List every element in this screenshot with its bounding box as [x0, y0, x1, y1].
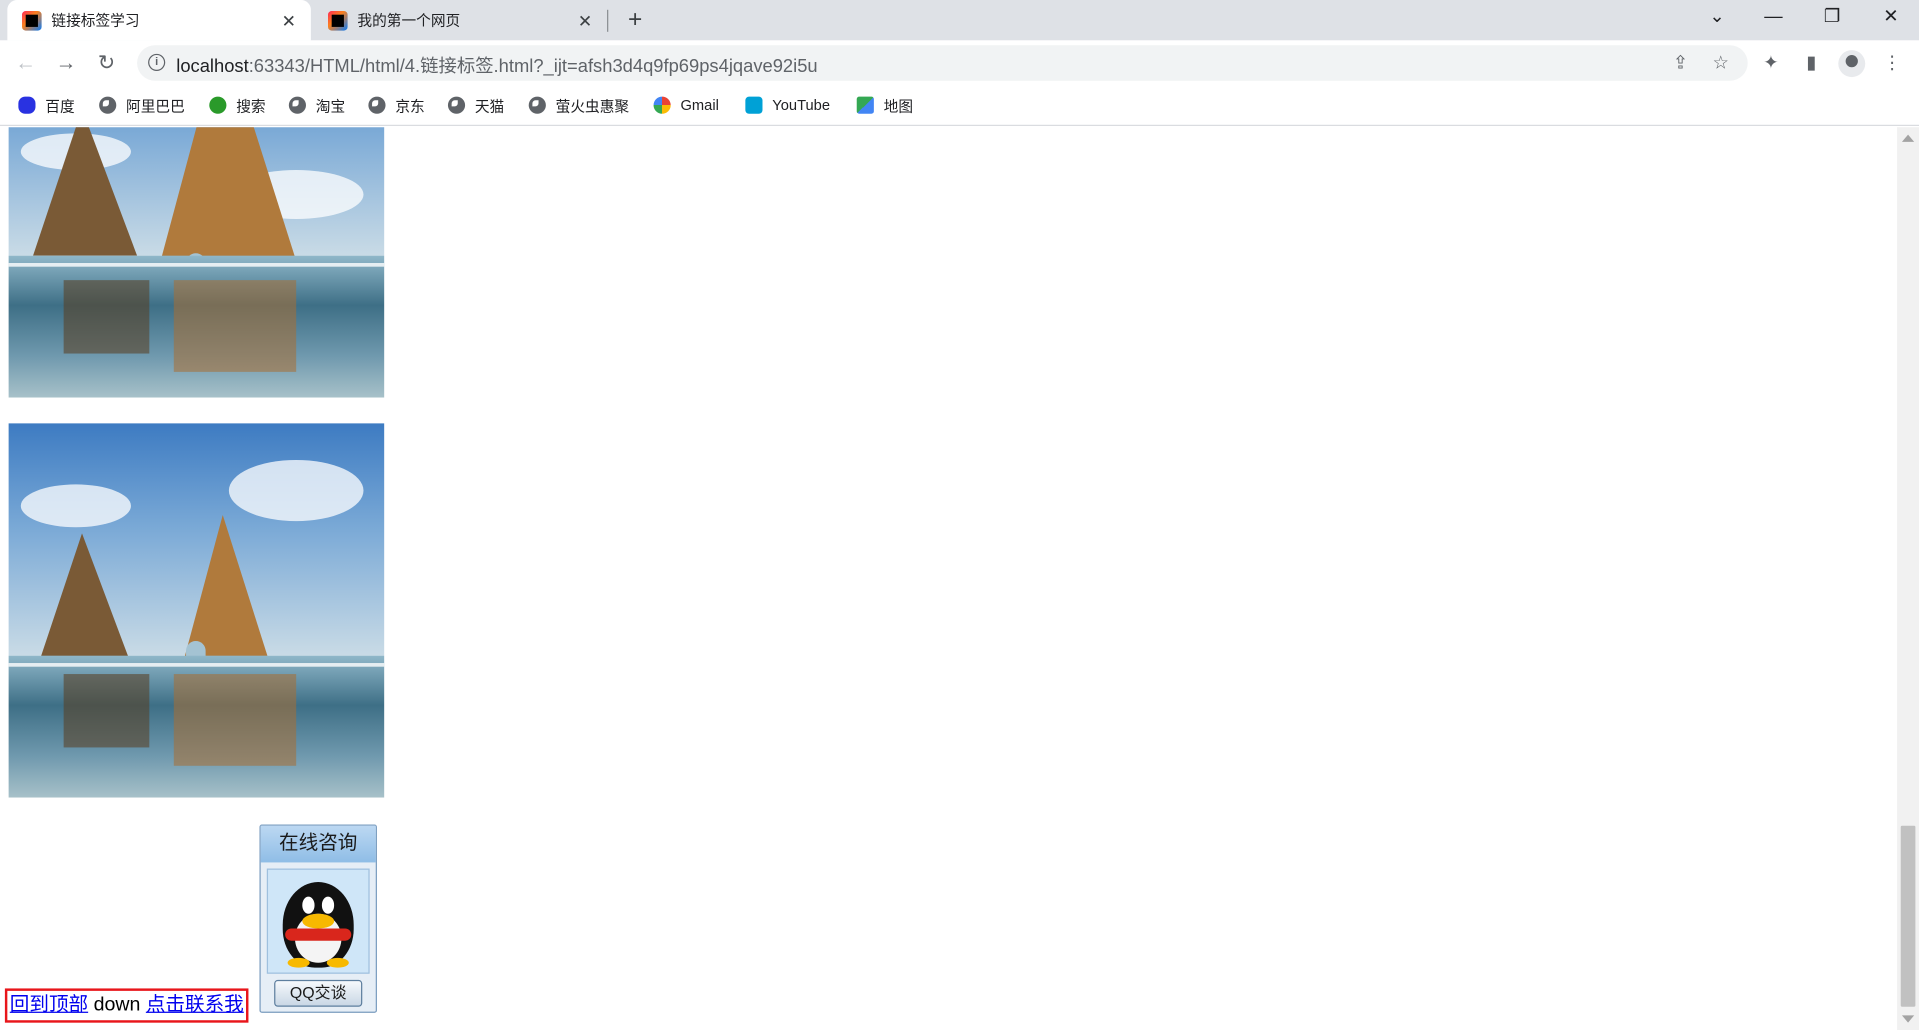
extensions-puzzle-icon[interactable]: ✦	[1759, 51, 1783, 75]
qq-widget-title: 在线咨询	[260, 825, 376, 863]
globe-icon	[368, 96, 386, 114]
bookmark-yinghuochong[interactable]: 萤火虫惠聚	[528, 94, 630, 116]
tab-active[interactable]: 链接标签学习 ✕	[7, 0, 311, 41]
bookmark-alibaba[interactable]: 阿里巴巴	[99, 94, 185, 116]
tab-close-icon[interactable]: ✕	[279, 10, 299, 30]
bookmark-star-icon[interactable]: ☆	[1710, 53, 1732, 75]
bookmark-sousuo[interactable]: 搜索	[209, 94, 266, 116]
webstorm-favicon-icon	[328, 10, 348, 30]
bookmark-label: 萤火虫惠聚	[555, 97, 630, 115]
bookmark-label: Gmail	[680, 96, 719, 114]
bookmark-label: 阿里巴巴	[126, 97, 185, 115]
bookmark-label: 地图	[883, 97, 914, 115]
globe-icon	[99, 96, 117, 114]
bookmark-label: 搜索	[236, 97, 266, 115]
bookmark-jd[interactable]: 京东	[368, 94, 425, 116]
landscape-image	[8, 127, 385, 398]
bookmark-label: 京东	[395, 97, 425, 115]
bookmark-label: YouTube	[772, 96, 830, 114]
globe-icon	[288, 96, 306, 114]
bookmark-maps[interactable]: 地图	[856, 94, 914, 116]
tab-strip: 链接标签学习 ✕ 我的第一个网页 ✕ + ⌄ — ❐ ✕	[0, 0, 1919, 41]
contact-me-link[interactable]: 点击联系我	[146, 995, 244, 1016]
new-tab-icon[interactable]: +	[622, 6, 649, 33]
scroll-up-arrow-icon[interactable]	[1901, 134, 1915, 142]
baidu-icon	[18, 96, 36, 114]
bilibili-tv-icon	[745, 96, 763, 114]
qq-consult-widget[interactable]: 在线咨询 QQ交谈	[259, 824, 377, 1013]
bookmark-baidu[interactable]: 百度	[18, 94, 75, 116]
bookmark-label: 天猫	[474, 97, 505, 115]
window-close-icon[interactable]: ✕	[1863, 0, 1919, 37]
url-path: :63343/HTML/html/4.链接标签.html?_ijt=afsh3d…	[248, 56, 818, 78]
tab-inactive[interactable]: 我的第一个网页 ✕	[313, 0, 607, 40]
bookmark-taobao[interactable]: 淘宝	[288, 94, 346, 116]
bookmark-label: 百度	[45, 97, 75, 115]
tab-separator	[607, 9, 609, 32]
browser-toolbar: ← → ↻ i localhost:63343/HTML/html/4.链接标签…	[0, 40, 1919, 86]
minimize-icon[interactable]: —	[1745, 0, 1801, 37]
tab-label: 我的第一个网页	[357, 12, 461, 30]
bookmark-label: 淘宝	[315, 97, 346, 115]
bookmark-youtube[interactable]: YouTube	[745, 94, 830, 116]
tab-label: 链接标签学习	[51, 12, 140, 30]
address-bar[interactable]: i localhost:63343/HTML/html/4.链接标签.html?…	[137, 45, 1748, 81]
search-engine-icon	[209, 96, 227, 114]
maps-icon	[856, 96, 874, 114]
webstorm-favicon-icon	[22, 10, 42, 30]
back-to-top-link[interactable]: 回到顶部	[10, 995, 88, 1016]
url-host: localhost	[176, 56, 249, 78]
url-text[interactable]: localhost:63343/HTML/html/4.链接标签.html?_i…	[176, 53, 817, 79]
qq-chat-button[interactable]: QQ交谈	[274, 979, 363, 1007]
qq-penguin-icon[interactable]	[266, 868, 370, 974]
site-info-icon[interactable]: i	[148, 53, 166, 71]
back-arrow-icon[interactable]: ←	[9, 46, 43, 80]
globe-icon	[447, 96, 466, 114]
page-content: 在线咨询 QQ交谈 回到顶部 down 点击联系我	[0, 127, 1898, 1030]
menu-dots-icon[interactable]: ⋮	[1880, 51, 1904, 75]
bookmark-tmall[interactable]: 天猫	[447, 94, 505, 116]
restore-icon[interactable]: ❐	[1804, 0, 1860, 37]
gmail-icon	[653, 96, 671, 114]
down-text: down	[93, 994, 141, 1016]
tab-close-icon[interactable]: ✕	[575, 10, 595, 30]
tab-search-chevron-icon[interactable]: ⌄	[1689, 0, 1745, 37]
bookmarks-bar: 百度 阿里巴巴 搜索 淘宝 京东 天猫 萤火虫惠聚 Gmail YouTube …	[0, 85, 1919, 126]
bookmark-gmail[interactable]: Gmail	[653, 94, 719, 116]
profile-avatar-icon[interactable]	[1838, 50, 1866, 78]
scroll-down-arrow-icon[interactable]	[1901, 1015, 1915, 1023]
scrollbar-thumb[interactable]	[1900, 825, 1916, 1007]
landscape-image	[8, 423, 385, 798]
link-row: 回到顶部 down 点击联系我	[4, 988, 249, 1023]
reload-icon[interactable]: ↻	[89, 46, 123, 80]
side-panel-icon[interactable]: ▮	[1799, 51, 1823, 75]
globe-icon	[528, 96, 546, 114]
forward-arrow-icon[interactable]: →	[49, 46, 83, 80]
share-icon[interactable]: ⇪	[1669, 53, 1691, 75]
vertical-scrollbar[interactable]	[1897, 127, 1919, 1030]
